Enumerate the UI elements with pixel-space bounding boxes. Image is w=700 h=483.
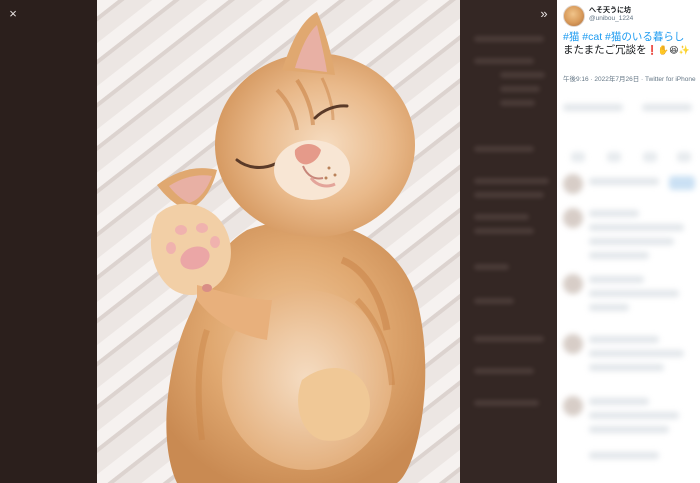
author-avatar[interactable] [563, 5, 585, 27]
close-icon[interactable]: × [4, 5, 22, 23]
hashtag-link[interactable]: #猫 [563, 31, 579, 43]
blurred-replies-section [557, 96, 700, 483]
tweet-timestamp[interactable]: 午後9:16 · 2022年7月26日 · Twitter for iPhone [563, 75, 696, 84]
tweet-text: #猫 #cat #猫のいる暮らし またまたご冗談を❗✋😆✨ [563, 31, 696, 58]
author-name[interactable]: へそ天うに坊 [589, 5, 631, 15]
hashtag-link[interactable]: #猫のいる暮らし [605, 31, 684, 43]
tweet-body-text: またまたご冗談を [563, 44, 647, 56]
collapse-sidebar-icon[interactable]: » [536, 5, 552, 23]
author-handle[interactable]: @unibou_1224 [589, 15, 633, 22]
tweet-photo[interactable] [97, 0, 460, 483]
tweet-side-panel: へそ天うに坊 @unibou_1224 #猫 #cat #猫のいる暮らし またま… [557, 0, 700, 483]
blurred-background-page [460, 0, 557, 483]
tweet-emojis: ❗✋😆✨ [646, 46, 690, 56]
hashtag-link[interactable]: #cat [582, 31, 602, 43]
kitten-photo-image [97, 0, 460, 483]
